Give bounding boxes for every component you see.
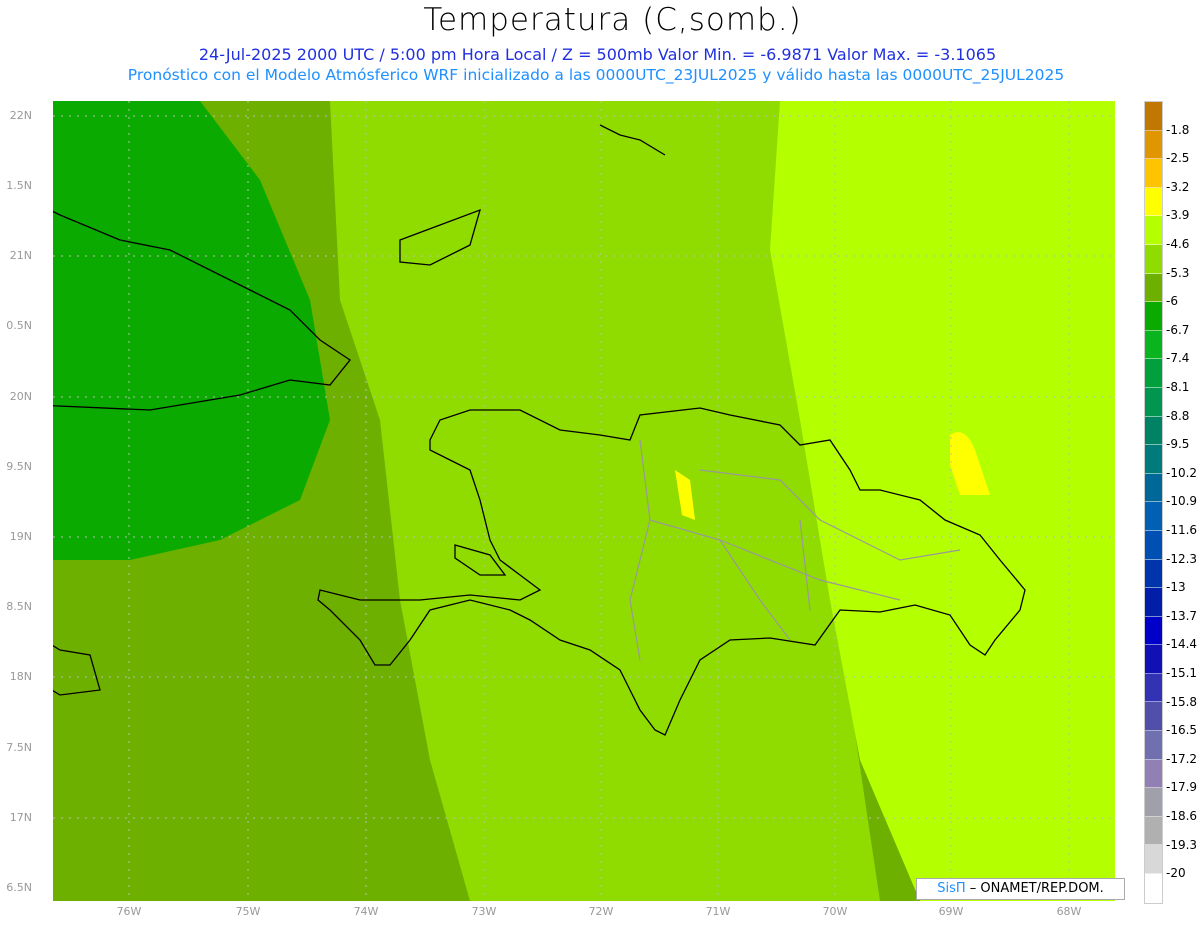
colorbar-bin — [1145, 845, 1162, 875]
lat-label: 0.5N — [6, 319, 32, 332]
colorbar-bin — [1145, 187, 1162, 217]
colorbar-bin — [1145, 645, 1162, 674]
colorbar-bin — [1145, 330, 1162, 360]
colorbar-bin — [1145, 387, 1162, 417]
colorbar-bin — [1145, 273, 1162, 303]
colorbar-bin — [1145, 874, 1162, 903]
colorbar-label: -8.1 — [1166, 380, 1190, 394]
colorbar-bin — [1145, 559, 1162, 589]
colorbar-bin — [1145, 816, 1162, 846]
colorbar-bin — [1145, 473, 1162, 503]
colorbar-label: -2.5 — [1166, 151, 1190, 166]
colorbar-bin — [1145, 216, 1162, 245]
colorbar-label: -20 — [1166, 866, 1186, 881]
colorbar-label: -17.2 — [1166, 751, 1198, 766]
colorbar-bin — [1145, 102, 1162, 131]
colorbar-label: -11.6 — [1166, 523, 1198, 537]
colorbar-label: -13 — [1166, 580, 1186, 595]
colorbar-label: -3.9 — [1166, 208, 1190, 223]
colorbar-bin — [1145, 416, 1162, 446]
colorbar-label: -1.8 — [1166, 122, 1190, 137]
colorbar-label: -16.5 — [1166, 723, 1198, 738]
credit-brand: SisΠ — [937, 881, 966, 896]
colorbar — [1144, 101, 1163, 904]
colorbar-label: -7.4 — [1166, 351, 1190, 366]
colorbar-bin — [1145, 159, 1162, 188]
colorbar-bin — [1145, 759, 1162, 789]
colorbar-bin — [1145, 502, 1162, 531]
colorbar-bin — [1145, 788, 1162, 817]
colorbar-bin — [1145, 588, 1162, 617]
colorbar-bin — [1145, 359, 1162, 388]
colorbar-bin — [1145, 445, 1162, 474]
model-info-line: Pronóstico con el Modelo Atmósferico WRF… — [127, 66, 1065, 84]
colorbar-label: -9.5 — [1166, 437, 1190, 452]
lon-label: 73W — [471, 905, 497, 918]
colorbar-bin — [1145, 673, 1162, 703]
colorbar-label: -13.7 — [1166, 608, 1198, 623]
temperature-map — [53, 101, 1115, 901]
lat-label: 22N — [9, 109, 32, 122]
colorbar-bin — [1145, 244, 1162, 274]
colorbar-label: -15.8 — [1166, 694, 1198, 709]
colorbar-label: -17.9 — [1166, 780, 1198, 795]
lon-label: 69W — [938, 905, 964, 918]
colorbar-bin — [1145, 731, 1162, 760]
lat-label: 17N — [9, 811, 32, 824]
colorbar-bin — [1145, 616, 1162, 646]
lat-label: 6.5N — [6, 881, 32, 894]
map-title: Temperatura (C,somb.) — [423, 2, 802, 38]
colorbar-label: -8.8 — [1166, 408, 1190, 423]
lat-label: 18N — [9, 670, 32, 683]
lon-label: 75W — [235, 905, 261, 918]
colorbar-bin — [1145, 530, 1162, 560]
lon-label: 70W — [822, 905, 848, 918]
lat-label: 19N — [9, 530, 32, 543]
colorbar-label: -6 — [1166, 294, 1178, 309]
lat-label: 21N — [9, 249, 32, 262]
lon-label: 72W — [588, 905, 614, 918]
valid-time-line: 24-Jul-2025 2000 UTC / 5:00 pm Hora Loca… — [198, 45, 997, 64]
colorbar-label: -10.9 — [1166, 494, 1198, 509]
colorbar-label: -5.3 — [1166, 265, 1190, 280]
lat-label: 1.5N — [6, 179, 32, 192]
colorbar-label: -3.2 — [1166, 179, 1190, 194]
colorbar-label: -18.6 — [1166, 809, 1198, 823]
lat-label: 9.5N — [6, 460, 32, 473]
lon-label: 74W — [353, 905, 379, 918]
colorbar-label: -12.3 — [1166, 551, 1198, 566]
colorbar-bin — [1145, 130, 1162, 160]
lon-label: 71W — [705, 905, 731, 918]
lon-label: 76W — [116, 905, 142, 918]
lon-label: 68W — [1056, 905, 1082, 918]
colorbar-label: -15.1 — [1166, 666, 1198, 680]
lat-label: 8.5N — [6, 600, 32, 613]
lat-label: 7.5N — [6, 741, 32, 754]
colorbar-bin — [1145, 302, 1162, 331]
colorbar-label: -10.2 — [1166, 465, 1198, 480]
lat-label: 20N — [9, 390, 32, 403]
colorbar-label: -14.4 — [1166, 637, 1198, 652]
colorbar-bin — [1145, 702, 1162, 732]
colorbar-label: -19.3 — [1166, 837, 1198, 852]
colorbar-label: -4.6 — [1166, 237, 1190, 251]
credit-text: – ONAMET/REP.DOM. — [965, 881, 1104, 896]
credit-box: SisΠ – ONAMET/REP.DOM. — [916, 878, 1125, 900]
colorbar-label: -6.7 — [1166, 322, 1190, 337]
